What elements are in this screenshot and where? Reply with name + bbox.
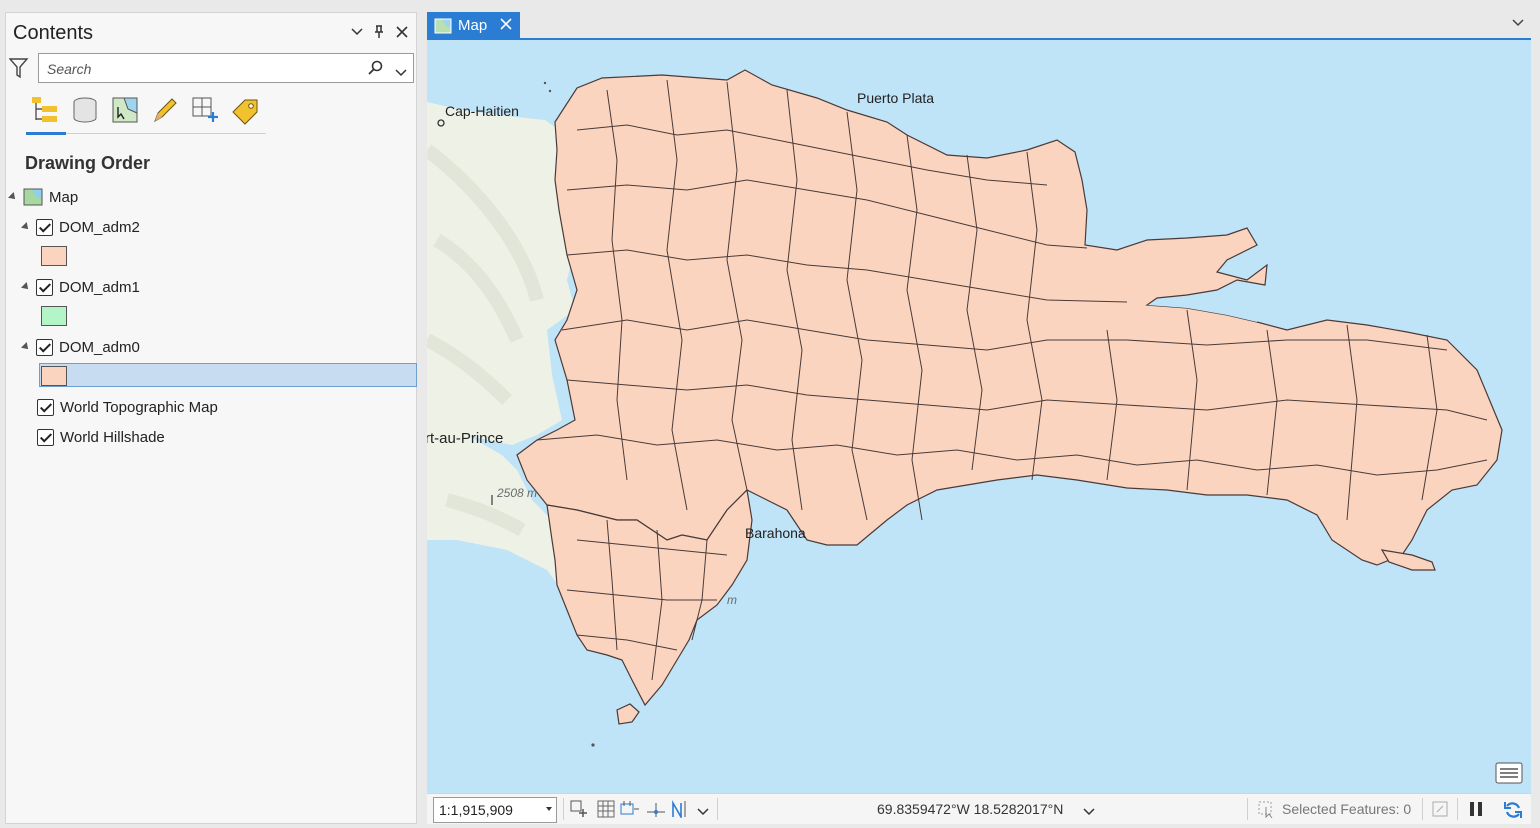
tab-list-chevron-icon[interactable] (1512, 16, 1524, 30)
snapping-icon[interactable] (646, 800, 665, 818)
symbol-swatch[interactable] (41, 246, 67, 266)
list-by-source-icon[interactable] (70, 95, 100, 125)
map-label-elevation: 2508 m (497, 486, 538, 500)
beata-island (616, 703, 640, 725)
islet-marker (591, 743, 595, 747)
contents-pane: Contents Drawing Order (5, 12, 417, 824)
tree-map-node[interactable]: Map (8, 185, 79, 209)
layer-row[interactable]: DOM_adm2 (21, 215, 140, 239)
layer-visibility-checkbox[interactable] (37, 428, 54, 446)
refresh-view-icon[interactable] (1431, 800, 1449, 818)
search-input[interactable] (45, 59, 345, 79)
separator (1247, 798, 1248, 820)
search-icon[interactable] (368, 60, 384, 81)
map-label-m: m (727, 593, 737, 607)
separator (1457, 798, 1458, 820)
symbol-swatch[interactable] (41, 366, 67, 386)
map-label-barahona: Barahona (745, 525, 806, 541)
measure-icon[interactable] (620, 800, 639, 818)
list-by-selection-icon[interactable] (110, 95, 140, 125)
list-by-editing-icon[interactable] (150, 95, 180, 125)
tab-map[interactable]: Map (427, 12, 520, 39)
layer-visibility-checkbox[interactable] (36, 338, 53, 356)
map-graphic[interactable] (427, 40, 1531, 793)
layer-row[interactable]: DOM_adm1 (21, 275, 140, 299)
pane-menu-chevron-icon[interactable] (349, 23, 365, 41)
layer-visibility-checkbox[interactable] (36, 218, 53, 236)
search-field[interactable] (38, 53, 414, 83)
tab-label: Map (458, 17, 488, 34)
tree-map-label: Map (49, 188, 79, 206)
map-label-cap-haitien: Cap-Haitien (445, 103, 519, 119)
separator (563, 798, 564, 820)
layer-row[interactable]: World Topographic Map (37, 395, 218, 419)
close-icon[interactable] (394, 23, 410, 41)
refresh-icon[interactable] (1503, 800, 1522, 818)
cursor-coordinates: 69.8359472°W 18.5282017°N (877, 801, 1064, 817)
expand-arrow-icon[interactable] (21, 342, 31, 352)
selection-icon[interactable] (1257, 800, 1275, 819)
chevron-down-icon[interactable] (697, 803, 715, 821)
pause-drawing-icon[interactable] (1467, 800, 1485, 818)
layer-row[interactable]: World Hillshade (37, 425, 165, 449)
expand-arrow-icon[interactable] (21, 282, 31, 292)
expand-arrow-icon[interactable] (21, 222, 31, 232)
map-icon (23, 188, 43, 206)
list-by-drawing-order-icon[interactable] (30, 95, 60, 125)
layer-name: World Hillshade (60, 428, 165, 446)
grid-icon[interactable] (597, 800, 615, 818)
chevron-down-icon[interactable] (546, 807, 552, 811)
search-options-chevron-icon[interactable] (395, 64, 407, 82)
list-by-snapping-icon[interactable] (190, 95, 220, 125)
drawing-order-heading: Drawing Order (25, 153, 151, 173)
active-tool-indicator (26, 132, 66, 135)
layer-visibility-checkbox[interactable] (36, 278, 53, 296)
islet-marker (543, 81, 547, 85)
saona-island (1380, 549, 1436, 571)
layer-name: DOM_adm2 (59, 218, 140, 236)
selected-features-count[interactable]: Selected Features: 0 (1282, 801, 1411, 817)
scale-dropdown[interactable]: 1:1,915,909 (433, 797, 557, 823)
layer-name: DOM_adm1 (59, 278, 140, 296)
filter-icon[interactable] (8, 57, 29, 84)
map-overflow-menu-icon[interactable] (1495, 759, 1523, 785)
list-by-labeling-icon[interactable] (230, 95, 260, 125)
dominican-republic (516, 69, 1503, 566)
map-label-puerto-plata: Puerto Plata (857, 90, 935, 106)
coordinate-format-chevron-icon[interactable] (1083, 803, 1095, 821)
layer-name: World Topographic Map (60, 398, 218, 416)
symbol-swatch[interactable] (41, 306, 67, 326)
separator (1422, 798, 1423, 820)
map-canvas[interactable]: Cap-Haitien Puerto Plata rt-au-Prince Ba… (427, 40, 1531, 793)
expand-arrow-icon[interactable] (8, 192, 18, 202)
scale-value: 1:1,915,909 (439, 802, 513, 818)
map-status-bar: 1:1,915,909 69.8359472°W 18.5282017°N Se… (427, 793, 1531, 824)
north-arrow-icon[interactable] (670, 799, 688, 821)
selected-symbol-row[interactable] (39, 363, 417, 387)
pin-icon[interactable] (371, 23, 387, 41)
layer-name: DOM_adm0 (59, 338, 140, 356)
pane-title: Contents (13, 22, 94, 44)
map-label-port-au-prince: rt-au-Prince (427, 430, 504, 447)
separator (717, 798, 718, 820)
close-tab-icon[interactable] (500, 17, 512, 34)
islet-marker (548, 89, 552, 93)
map-icon (434, 18, 452, 34)
fixed-zoom-icon[interactable] (570, 800, 588, 818)
layer-visibility-checkbox[interactable] (37, 398, 54, 416)
layer-row[interactable]: DOM_adm0 (21, 335, 140, 359)
